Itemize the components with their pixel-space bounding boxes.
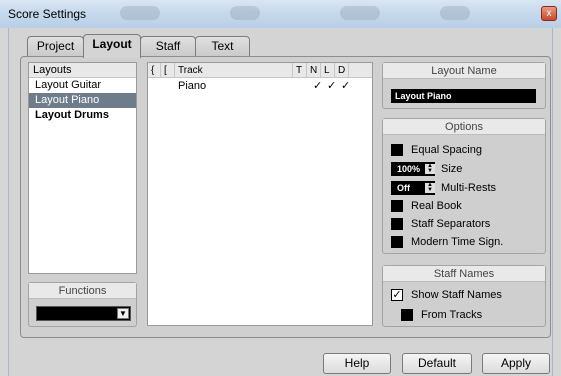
tab-text[interactable]: Text [195,36,250,57]
real-book-checkbox[interactable] [391,200,403,212]
show-staff-names-checkbox[interactable]: ✓ [391,289,403,301]
real-book-label: Real Book [411,200,462,212]
options-section: Options Equal Spacing 100% ▲ ▼ Size Off ▲… [382,118,546,254]
tab-layout[interactable]: Layout [83,34,141,58]
layout-item-piano[interactable]: Layout Piano [29,93,136,108]
d-column-header[interactable]: D [334,63,348,78]
title-bar: Score Settings x [0,0,561,28]
staff-separators-label: Staff Separators [411,218,491,230]
track-name: Piano [178,80,207,92]
layout-item-drums[interactable]: Layout Drums [29,108,136,123]
multi-rests-stepper-icon[interactable]: ▲ ▼ [425,182,435,193]
staff-names-section: Staff Names ✓ Show Staff Names From Trac… [382,265,546,327]
tab-staff[interactable]: Staff [140,36,196,57]
layout-item-guitar[interactable]: Layout Guitar [29,78,136,93]
from-tracks-label: From Tracks [421,309,483,321]
functions-title: Functions [29,283,136,299]
layouts-list[interactable]: Layouts Layout Guitar Layout Piano Layou… [28,62,137,274]
chevron-down-icon[interactable]: ▼ [117,308,129,319]
bracket-column-header[interactable]: [ [160,63,174,78]
staff-separators-checkbox[interactable] [391,218,403,230]
track-row[interactable]: Piano ✓ ✓ ✓ [148,79,372,94]
spare-column-header [348,63,372,78]
equal-spacing-checkbox[interactable] [391,144,403,156]
l-column-header[interactable]: L [320,63,334,78]
title-bar-texture [230,6,260,20]
show-staff-names-label: Show Staff Names [411,289,502,301]
layouts-header: Layouts [29,63,136,78]
functions-section: Functions ▼ [28,282,137,327]
title-bar-texture [340,6,380,20]
track-list[interactable]: { [ Track T N L D Piano ✓ ✓ ✓ [147,62,373,326]
close-button[interactable]: x [541,6,557,21]
size-stepper-icon[interactable]: ▲ ▼ [425,163,435,174]
options-title: Options [383,119,545,135]
help-button[interactable]: Help [323,353,391,374]
functions-dropdown[interactable]: ▼ [36,306,131,321]
track-list-header: { [ Track T N L D [148,63,372,78]
window-title: Score Settings [8,7,87,21]
modern-time-sign-label: Modern Time Sign. [411,236,504,248]
apply-button[interactable]: Apply [482,353,550,374]
track-n-check[interactable]: ✓ [313,79,322,94]
t-column-header[interactable]: T [292,63,306,78]
size-label: Size [441,163,463,175]
track-d-check[interactable]: ✓ [341,79,350,94]
default-button[interactable]: Default [402,353,472,374]
layout-name-title: Layout Name [383,63,545,79]
track-column-header[interactable]: Track [174,63,292,78]
title-bar-texture [440,6,470,20]
tab-project[interactable]: Project [27,36,84,57]
brace-column-header[interactable]: { [148,63,160,78]
layout-name-section: Layout Name Layout Piano [382,62,546,109]
multi-rests-label: Multi-Rests [441,182,497,194]
equal-spacing-label: Equal Spacing [411,144,482,156]
staff-names-title: Staff Names [383,266,545,282]
track-l-check[interactable]: ✓ [327,79,336,94]
title-bar-texture [120,6,160,20]
n-column-header[interactable]: N [306,63,320,78]
from-tracks-checkbox[interactable] [401,309,413,321]
modern-time-sign-checkbox[interactable] [391,236,403,248]
layout-name-field[interactable]: Layout Piano [391,89,536,103]
